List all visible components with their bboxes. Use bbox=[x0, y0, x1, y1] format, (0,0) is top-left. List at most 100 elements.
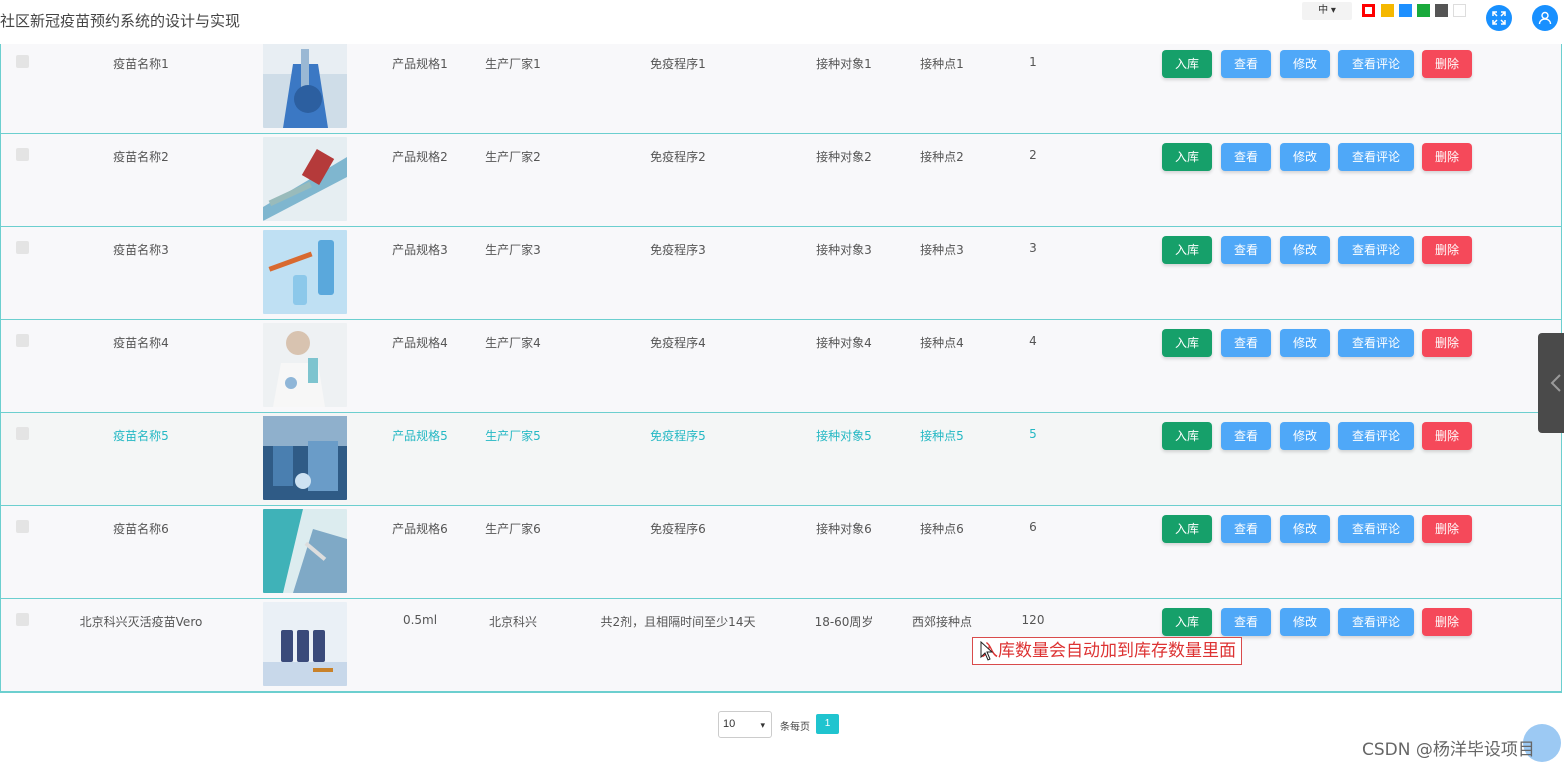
stock-in-button[interactable]: 入库 bbox=[1162, 422, 1212, 450]
page-number-current[interactable]: 1 bbox=[816, 714, 839, 734]
vaccine-name: 疫苗名称4 bbox=[113, 336, 169, 350]
stock-in-button[interactable]: 入库 bbox=[1162, 50, 1212, 78]
stock-in-button[interactable]: 入库 bbox=[1162, 515, 1212, 543]
manufacturer: 生产厂家6 bbox=[485, 522, 541, 536]
view-comments-button[interactable]: 查看评论 bbox=[1338, 422, 1414, 450]
view-comments-button[interactable]: 查看评论 bbox=[1338, 515, 1414, 543]
theme-color-yellow[interactable] bbox=[1381, 4, 1394, 17]
vaccine-image bbox=[263, 230, 347, 314]
table-row: 疫苗名称3 产品规格3 生产厂家3 免疫程序3 接种对象3 接种点3 3 入库 … bbox=[1, 227, 1561, 320]
vaccine-name: 疫苗名称3 bbox=[113, 243, 169, 257]
vaccine-name: 疫苗名称2 bbox=[113, 150, 169, 164]
quantity: 1 bbox=[1029, 55, 1037, 69]
product-spec: 产品规格6 bbox=[392, 522, 448, 536]
vaccine-image bbox=[263, 602, 347, 686]
delete-button[interactable]: 删除 bbox=[1422, 236, 1472, 264]
theme-color-green[interactable] bbox=[1417, 4, 1430, 17]
immunization-procedure: 共2剂，且相隔时间至少14天 bbox=[600, 615, 756, 629]
edit-button[interactable]: 修改 bbox=[1280, 608, 1330, 636]
quantity: 4 bbox=[1029, 334, 1037, 348]
stock-in-button[interactable]: 入库 bbox=[1162, 329, 1212, 357]
vaccine-image bbox=[263, 137, 347, 221]
vaccination-site: 接种点6 bbox=[920, 522, 964, 536]
row-checkbox[interactable] bbox=[16, 613, 29, 626]
edit-button[interactable]: 修改 bbox=[1280, 422, 1330, 450]
stock-in-button[interactable]: 入库 bbox=[1162, 143, 1212, 171]
delete-button[interactable]: 删除 bbox=[1422, 422, 1472, 450]
manufacturer: 生产厂家3 bbox=[485, 243, 541, 257]
row-checkbox[interactable] bbox=[16, 520, 29, 533]
table-row: 北京科兴灭活疫苗Vero 0.5ml 北京科兴 共2剂，且相隔时间至少14天 1… bbox=[1, 599, 1561, 692]
delete-button[interactable]: 删除 bbox=[1422, 329, 1472, 357]
stock-in-button[interactable]: 入库 bbox=[1162, 608, 1212, 636]
view-comments-button[interactable]: 查看评论 bbox=[1338, 329, 1414, 357]
view-button[interactable]: 查看 bbox=[1221, 515, 1271, 543]
vaccine-name: 北京科兴灭活疫苗Vero bbox=[79, 615, 203, 629]
chevron-down-icon: ▾ bbox=[1330, 5, 1336, 16]
delete-button[interactable]: 删除 bbox=[1422, 515, 1472, 543]
immunization-procedure: 免疫程序6 bbox=[650, 522, 706, 536]
theme-color-red[interactable] bbox=[1362, 4, 1375, 17]
row-checkbox[interactable] bbox=[16, 427, 29, 440]
vaccine-image bbox=[263, 44, 347, 128]
vaccine-image bbox=[263, 323, 347, 407]
row-checkbox[interactable] bbox=[16, 334, 29, 347]
vaccination-site: 西郊接种点 bbox=[911, 615, 972, 629]
delete-button[interactable]: 删除 bbox=[1422, 143, 1472, 171]
view-button[interactable]: 查看 bbox=[1221, 329, 1271, 357]
quantity: 2 bbox=[1029, 148, 1037, 162]
app-title: 社区新冠疫苗预约系统的设计与实现 bbox=[0, 12, 241, 30]
mouse-cursor-icon bbox=[980, 641, 994, 661]
theme-color-gray[interactable] bbox=[1435, 4, 1448, 17]
view-button[interactable]: 查看 bbox=[1221, 422, 1271, 450]
view-comments-button[interactable]: 查看评论 bbox=[1338, 143, 1414, 171]
delete-button[interactable]: 删除 bbox=[1422, 608, 1472, 636]
edit-button[interactable]: 修改 bbox=[1280, 50, 1330, 78]
table-row: 疫苗名称4 产品规格4 生产厂家4 免疫程序4 接种对象4 接种点4 4 入库 … bbox=[1, 320, 1561, 413]
top-header: 社区新冠疫苗预约系统的设计与实现 中 ▾ bbox=[0, 0, 1564, 44]
view-comments-button[interactable]: 查看评论 bbox=[1338, 50, 1414, 78]
view-comments-button[interactable]: 查看评论 bbox=[1338, 236, 1414, 264]
view-button[interactable]: 查看 bbox=[1221, 50, 1271, 78]
edit-button[interactable]: 修改 bbox=[1280, 329, 1330, 357]
vaccination-target: 接种对象3 bbox=[816, 243, 872, 257]
view-button[interactable]: 查看 bbox=[1221, 236, 1271, 264]
chevron-down-icon: ▾ bbox=[760, 720, 765, 730]
view-button[interactable]: 查看 bbox=[1221, 143, 1271, 171]
view-button[interactable]: 查看 bbox=[1221, 608, 1271, 636]
product-spec: 产品规格4 bbox=[392, 336, 448, 350]
manufacturer: 生产厂家2 bbox=[485, 150, 541, 164]
vaccine-name: 疫苗名称1 bbox=[113, 57, 169, 71]
delete-button[interactable]: 删除 bbox=[1422, 50, 1472, 78]
row-checkbox[interactable] bbox=[16, 148, 29, 161]
immunization-procedure: 免疫程序1 bbox=[650, 57, 706, 71]
theme-color-white[interactable] bbox=[1453, 4, 1466, 17]
user-button[interactable] bbox=[1532, 5, 1558, 31]
language-label: 中 bbox=[1318, 5, 1329, 16]
view-comments-button[interactable]: 查看评论 bbox=[1338, 608, 1414, 636]
quantity: 120 bbox=[1021, 613, 1045, 627]
immunization-procedure: 免疫程序4 bbox=[650, 336, 706, 350]
row-checkbox[interactable] bbox=[16, 55, 29, 68]
vaccine-name: 疫苗名称5 bbox=[113, 429, 169, 443]
edit-button[interactable]: 修改 bbox=[1280, 515, 1330, 543]
theme-color-blue[interactable] bbox=[1399, 4, 1412, 17]
immunization-procedure: 免疫程序2 bbox=[650, 150, 706, 164]
edit-button[interactable]: 修改 bbox=[1280, 236, 1330, 264]
fullscreen-button[interactable] bbox=[1486, 5, 1512, 31]
user-icon bbox=[1538, 11, 1552, 25]
product-spec: 产品规格5 bbox=[392, 429, 448, 443]
manufacturer: 生产厂家5 bbox=[485, 429, 541, 443]
page-size-select[interactable]: 10 ▾ bbox=[718, 711, 772, 738]
vaccination-target: 接种对象6 bbox=[816, 522, 872, 536]
language-select[interactable]: 中 ▾ bbox=[1302, 2, 1352, 20]
row-checkbox[interactable] bbox=[16, 241, 29, 254]
quantity: 5 bbox=[1029, 427, 1037, 441]
side-drawer-handle[interactable] bbox=[1538, 333, 1564, 433]
stock-in-button[interactable]: 入库 bbox=[1162, 236, 1212, 264]
vaccine-image bbox=[263, 416, 347, 500]
vaccination-target: 接种对象4 bbox=[816, 336, 872, 350]
annotation-callout: 入库数量会自动加到库存数量里面 bbox=[972, 637, 1242, 665]
manufacturer: 生产厂家4 bbox=[485, 336, 541, 350]
edit-button[interactable]: 修改 bbox=[1280, 143, 1330, 171]
